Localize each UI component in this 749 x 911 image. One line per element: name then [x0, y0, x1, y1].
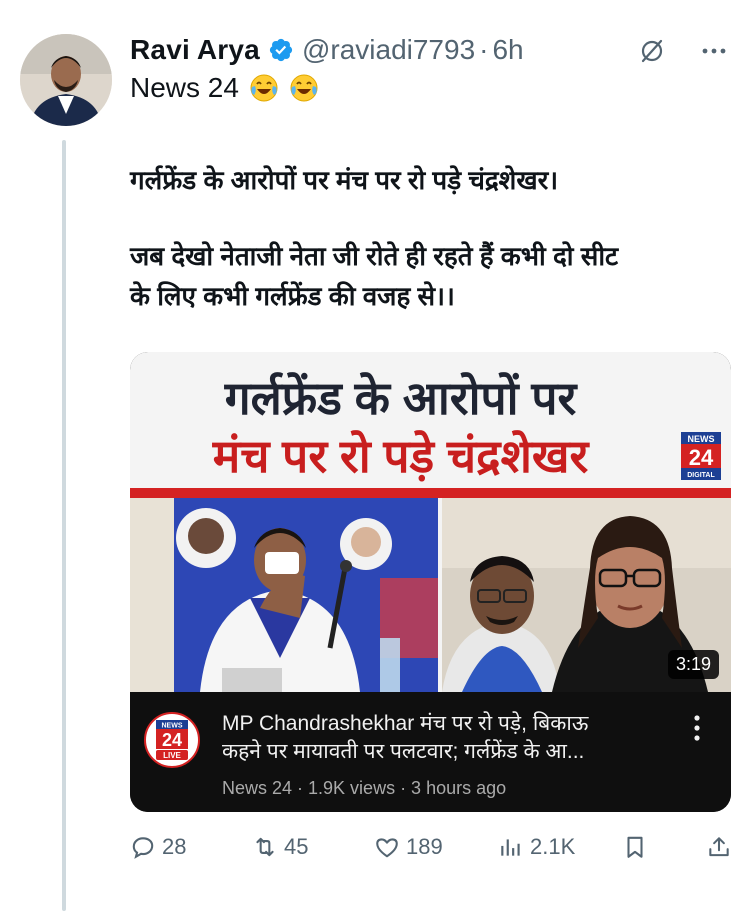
author-handle[interactable]: @raviadi7793: [302, 34, 475, 66]
reply-count: 28: [162, 834, 187, 859]
news24-digital-logo: NEWS 24 DIGITAL: [681, 432, 721, 480]
tweet-subline: News 24: [130, 72, 319, 104]
youtube-video-card[interactable]: गर्लफ्रेंड के आरोपों पर मंच पर रो पड़े च…: [130, 352, 731, 812]
repost-button[interactable]: 45: [252, 834, 308, 860]
reply-icon: [132, 837, 154, 859]
repost-count: 45: [284, 834, 309, 859]
video-duration-badge: 3:19: [667, 650, 719, 679]
share-icon: [709, 837, 729, 857]
thumbnail-headline-2: मंच पर रो पड़े चंद्रशेखर: [212, 430, 589, 482]
bookmark-icon: [627, 836, 643, 858]
video-title-line-2: कहने पर मायावती पर पलटवार; गर्लफ्रेंड के…: [222, 740, 585, 763]
timestamp[interactable]: 6h: [492, 34, 523, 66]
author-name[interactable]: Ravi Arya: [130, 34, 260, 66]
tweet-line-3: के लिए कभी गर्लफ्रेंड की वजह से।।: [130, 281, 455, 311]
channel-logo-number: 24: [162, 730, 182, 750]
video-title[interactable]: MP Chandrashekhar मंच पर रो पड़े, बिकाऊ …: [222, 710, 677, 766]
heart-icon: [376, 838, 398, 858]
repost-icon: [256, 837, 274, 857]
tweet-actions: 28 45 189 2.1K: [130, 834, 731, 868]
video-info: NEWS 24 LIVE MP Chandrashekhar मंच पर रो…: [130, 692, 731, 812]
verified-badge-icon: [269, 38, 293, 62]
share-button[interactable]: [706, 834, 738, 860]
thumbnail-photo-stage: [130, 498, 438, 692]
video-more-icon[interactable]: [693, 714, 701, 742]
like-count: 189: [406, 834, 443, 859]
author-avatar[interactable]: [20, 34, 112, 126]
views-count: 2.1K: [530, 834, 576, 859]
logo-number: 24: [689, 445, 714, 470]
grok-icon[interactable]: [637, 36, 667, 66]
thread-line: [62, 140, 66, 911]
video-thumbnail[interactable]: गर्लफ्रेंड के आरोपों पर मंच पर रो पड़े च…: [130, 352, 731, 692]
tweet-line-2: जब देखो नेताजी नेता जी रोते ही रहते हैं …: [130, 241, 619, 271]
views-chart-icon: [501, 839, 520, 856]
face-with-tears-of-joy-icon: [290, 74, 318, 102]
channel-logo[interactable]: NEWS 24 LIVE: [144, 712, 200, 768]
reply-button[interactable]: 28: [130, 834, 186, 860]
tweet-line-1: गर्लफ्रेंड के आरोपों पर मंच पर रो पड़े च…: [130, 165, 559, 195]
more-options-icon[interactable]: [699, 36, 729, 66]
like-button[interactable]: 189: [374, 834, 443, 860]
bookmark-button[interactable]: [622, 834, 654, 860]
views-button[interactable]: 2.1K: [498, 834, 575, 860]
video-meta: News 24 · 1.9K views · 3 hours ago: [222, 778, 507, 798]
thumbnail-red-bar: [130, 488, 731, 498]
channel-logo-top-text: NEWS: [162, 723, 183, 730]
video-title-line-1: MP Chandrashekhar मंच पर रो पड़े, बिकाऊ: [222, 712, 589, 735]
logo-bottom-text: DIGITAL: [687, 472, 715, 479]
subline-text: News 24: [130, 72, 239, 103]
tweet-text: गर्लफ्रेंड के आरोपों पर मंच पर रो पड़े च…: [130, 160, 730, 316]
logo-top-text: NEWS: [688, 434, 715, 444]
tweet-header: Ravi Arya @raviadi7793 · 6h: [130, 30, 729, 70]
separator-dot: ·: [479, 34, 489, 65]
channel-logo-live-text: LIVE: [163, 751, 181, 760]
thumbnail-headline-1: गर्लफ्रेंड के आरोपों पर: [224, 372, 577, 424]
avatar-image: [20, 34, 112, 126]
face-with-tears-of-joy-icon: [250, 74, 278, 102]
